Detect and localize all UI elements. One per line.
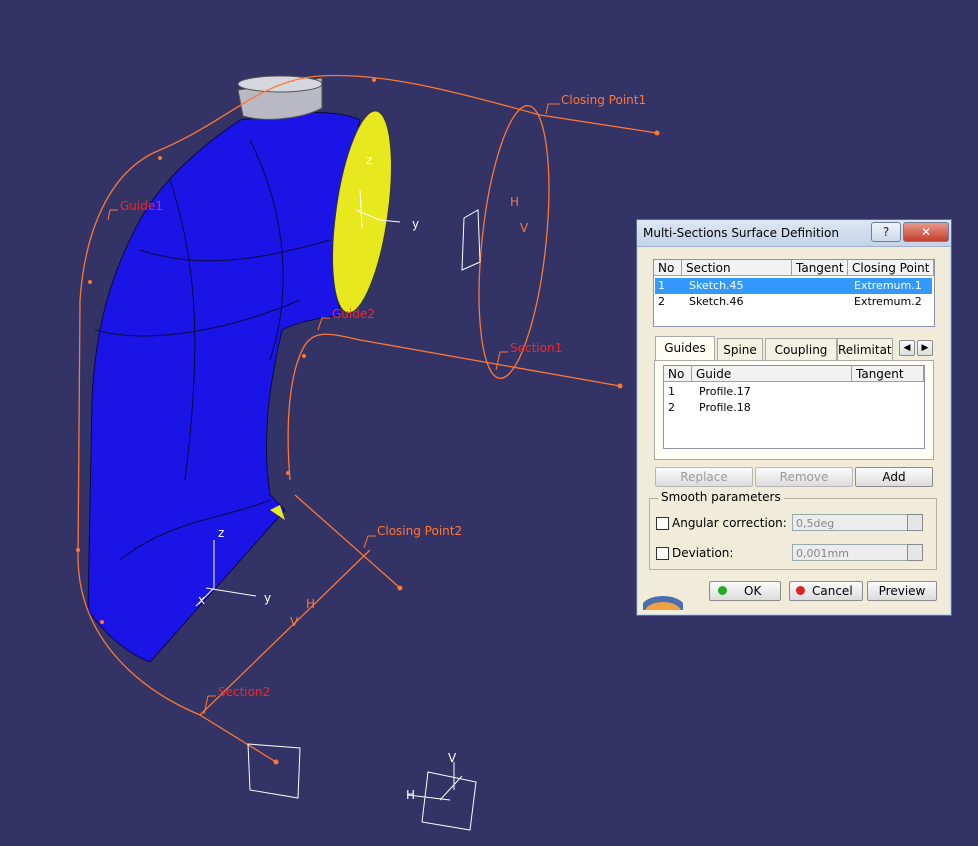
tab-relimitation[interactable]: Relimitati (837, 338, 893, 361)
swept-surface-body[interactable] (87, 112, 361, 663)
section-no: 2 (658, 295, 665, 308)
close-button[interactable]: ✕ (903, 222, 949, 242)
section-name: Sketch.46 (689, 295, 744, 308)
axis-label-h: H (406, 788, 415, 802)
angular-correction-spinner[interactable] (907, 514, 923, 531)
guide-row[interactable]: 2 Profile.18 (665, 400, 922, 416)
section-name: Sketch.45 (689, 279, 744, 292)
label-guide1: Guide1 (120, 199, 163, 213)
col-no[interactable]: No (664, 366, 692, 382)
deviation-label: Deviation: (672, 546, 734, 560)
col-closing-point[interactable]: Closing Point (848, 260, 934, 276)
guide-name: Profile.18 (699, 401, 751, 414)
angular-correction-label: Angular correction: (672, 516, 787, 530)
sections-list[interactable]: No Section Tangent Closing Point 1 Sketc… (653, 259, 935, 327)
add-button[interactable]: Add (855, 467, 933, 487)
guide-row[interactable]: 1 Profile.17 (665, 384, 922, 400)
label-guide2: Guide2 (332, 307, 375, 321)
section-no: 1 (658, 279, 665, 292)
axis-label-h3: H (306, 597, 315, 611)
axis-label-v2: V (520, 221, 529, 235)
deviation-checkbox[interactable] (656, 547, 669, 560)
label-closing-point1: Closing Point1 (561, 93, 646, 107)
tab-coupling[interactable]: Coupling (765, 338, 837, 361)
axis-label-z: z (366, 153, 372, 167)
axis-label-y: y (412, 217, 419, 231)
angular-correction-checkbox[interactable] (656, 517, 669, 530)
label-closing-point2: Closing Point2 (377, 524, 462, 538)
guide-no: 1 (668, 385, 675, 398)
angular-correction-field[interactable]: 0,5deg (792, 514, 908, 531)
dialog-titlebar[interactable]: Multi-Sections Surface Definition ? ✕ (637, 220, 951, 247)
tab-strip: Guides Spine Coupling Relimitati ◀ ▶ (655, 336, 935, 361)
axis-label-x: x (198, 593, 205, 607)
smooth-parameters-group: Smooth parameters Angular correction: 0,… (649, 490, 937, 570)
col-tangent[interactable]: Tangent (792, 260, 848, 276)
axis-label-z2: z (218, 526, 224, 540)
label-section1: Section1 (510, 341, 562, 355)
help-button[interactable]: ? (871, 222, 901, 242)
col-no[interactable]: No (654, 260, 682, 276)
guides-list[interactable]: No Guide Tangent 1 Profile.17 2 Profile.… (663, 365, 925, 449)
tab-guides[interactable]: Guides (655, 336, 715, 361)
section-closing: Extremum.2 (854, 295, 922, 308)
guide-no: 2 (668, 401, 675, 414)
ok-button[interactable]: OK (709, 581, 781, 601)
tab-scroll-left-button[interactable]: ◀ (899, 340, 915, 356)
section-closing: Extremum.1 (854, 279, 922, 292)
preview-button[interactable]: Preview (867, 581, 937, 601)
tab-spine[interactable]: Spine (717, 338, 763, 361)
remove-button[interactable]: Remove (755, 467, 853, 487)
axis-label-v: V (448, 751, 457, 765)
cancel-icon (796, 586, 805, 595)
guides-tab-panel: No Guide Tangent 1 Profile.17 2 Profile.… (654, 360, 934, 460)
smooth-parameters-title: Smooth parameters (658, 490, 784, 504)
col-guide[interactable]: Guide (692, 366, 852, 382)
axis-label-h2: H (510, 195, 519, 209)
ok-label: OK (744, 584, 762, 598)
col-section[interactable]: Section (682, 260, 792, 276)
dialog-title: Multi-Sections Surface Definition (643, 226, 839, 240)
replace-button[interactable]: Replace (655, 467, 753, 487)
guide-name: Profile.17 (699, 385, 751, 398)
label-section2: Section2 (218, 685, 270, 699)
axis-label-v3: V (290, 615, 299, 629)
col-tangent[interactable]: Tangent (852, 366, 924, 382)
section-row[interactable]: 2 Sketch.46 Extremum.2 (655, 294, 932, 310)
multi-sections-surface-dialog: Multi-Sections Surface Definition ? ✕ No… (636, 219, 952, 616)
axis-label-y2: y (264, 591, 271, 605)
tab-scroll-right-button[interactable]: ▶ (917, 340, 933, 356)
section-row[interactable]: 1 Sketch.45 Extremum.1 (655, 278, 932, 294)
ok-icon (718, 586, 727, 595)
deviation-spinner[interactable] (907, 544, 923, 561)
deviation-field[interactable]: 0,001mm (792, 544, 908, 561)
cancel-button[interactable]: Cancel (789, 581, 863, 601)
cancel-label: Cancel (812, 584, 853, 598)
catia-logo-icon (643, 596, 683, 610)
